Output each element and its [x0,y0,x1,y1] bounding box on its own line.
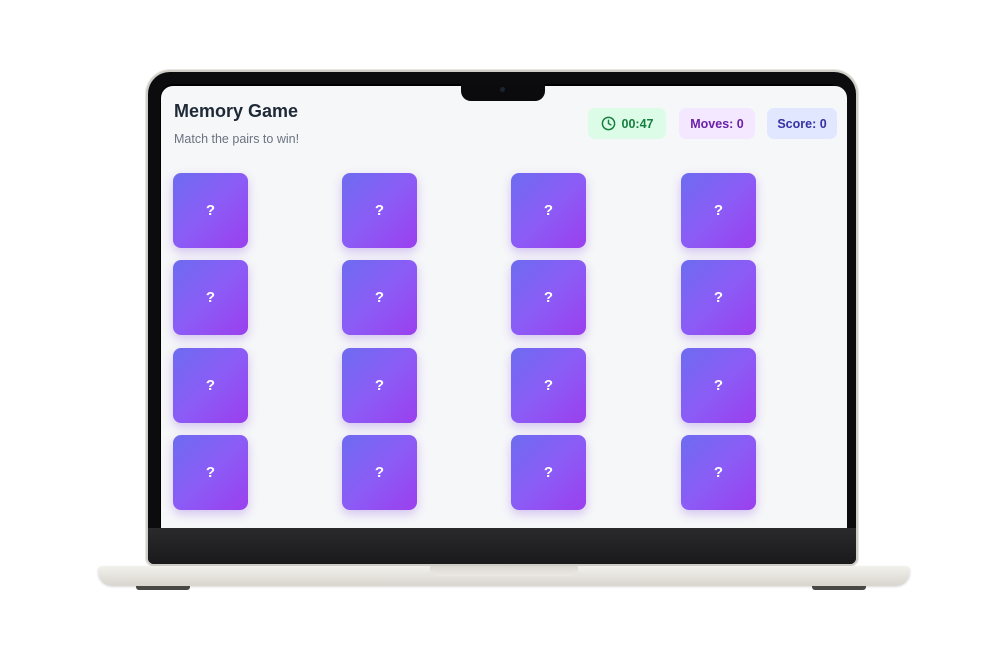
card-face-label: ? [543,202,554,219]
laptop-base-lip [430,566,578,576]
timer-value: 00:47 [621,116,654,131]
laptop-foot-left [136,586,190,590]
clock-icon [601,116,616,131]
page-title: Memory Game [174,101,299,121]
card-face-label: ? [374,377,385,394]
laptop-hinge [148,528,856,564]
memory-card[interactable]: ? [173,348,248,423]
card-face-label: ? [205,464,216,481]
app-screen: Memory Game Match the pairs to win! 00:4… [161,86,847,528]
memory-card[interactable]: ? [342,435,417,510]
memory-card[interactable]: ? [511,348,586,423]
card-face-label: ? [543,464,554,481]
card-face-label: ? [205,377,216,394]
score-value: Score: 0 [777,116,827,131]
card-face-label: ? [543,289,554,306]
card-face-label: ? [543,377,554,394]
camera-icon [500,87,505,92]
memory-card[interactable]: ? [342,260,417,335]
memory-card[interactable]: ? [511,260,586,335]
card-face-label: ? [713,289,724,306]
score-badge: Score: 0 [767,108,837,139]
moves-badge: Moves: 0 [679,108,755,139]
memory-card[interactable]: ? [511,173,586,248]
memory-card[interactable]: ? [173,435,248,510]
card-face-label: ? [205,202,216,219]
card-face-label: ? [374,202,385,219]
card-face-label: ? [713,377,724,394]
card-face-label: ? [374,464,385,481]
memory-card[interactable]: ? [342,173,417,248]
memory-card[interactable]: ? [681,348,756,423]
moves-value: Moves: 0 [690,116,744,131]
card-face-label: ? [205,289,216,306]
memory-card[interactable]: ? [173,260,248,335]
memory-card[interactable]: ? [511,435,586,510]
memory-card[interactable]: ? [173,173,248,248]
memory-card[interactable]: ? [342,348,417,423]
card-face-label: ? [374,289,385,306]
card-face-label: ? [713,202,724,219]
laptop-foot-right [812,586,866,590]
memory-card[interactable]: ? [681,260,756,335]
memory-card[interactable]: ? [681,435,756,510]
card-face-label: ? [713,464,724,481]
timer-badge: 00:47 [588,108,666,139]
memory-card[interactable]: ? [681,173,756,248]
page-subtitle: Match the pairs to win! [174,132,300,146]
